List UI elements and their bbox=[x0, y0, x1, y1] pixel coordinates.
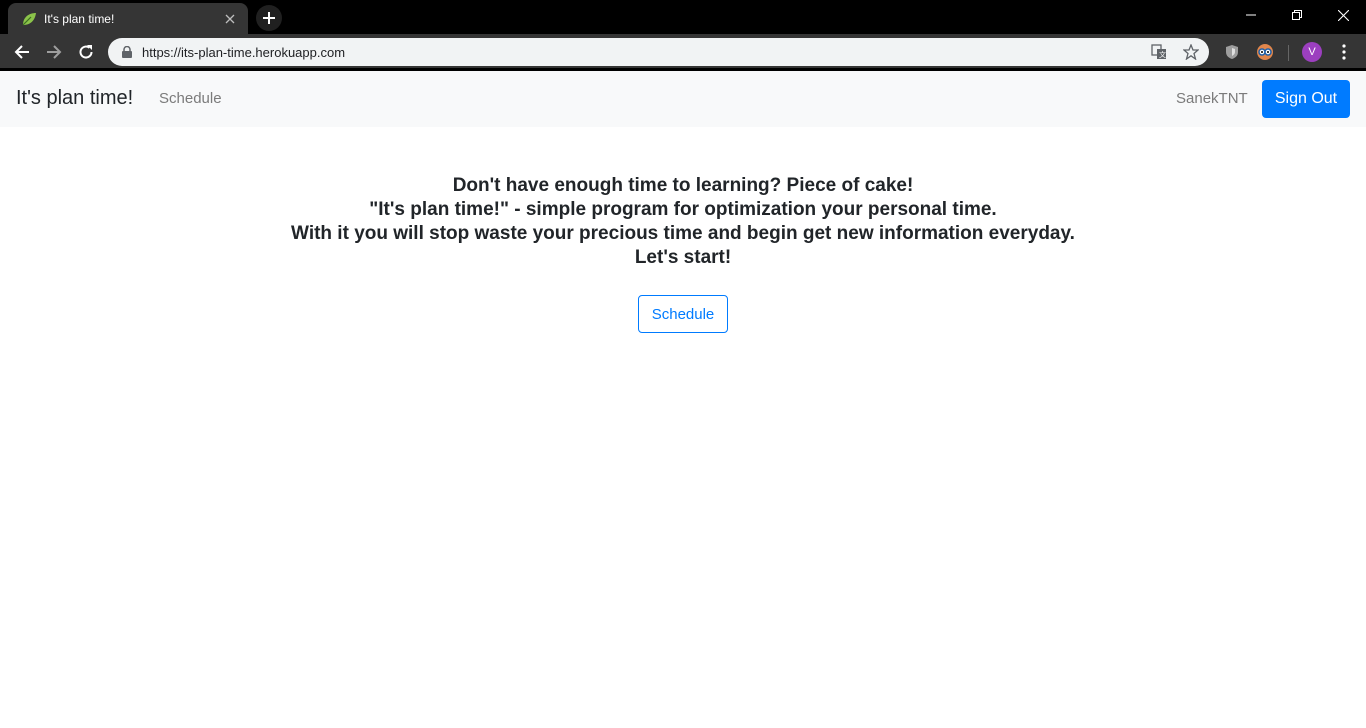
nav-link-schedule[interactable]: Schedule bbox=[159, 90, 222, 107]
new-tab-button[interactable] bbox=[256, 5, 282, 31]
plus-icon bbox=[263, 12, 275, 24]
sign-out-button[interactable]: Sign Out bbox=[1262, 80, 1350, 118]
translate-icon[interactable]: 文 bbox=[1149, 42, 1169, 62]
reload-icon bbox=[79, 45, 93, 59]
minimize-icon bbox=[1246, 14, 1256, 16]
lock-icon bbox=[120, 45, 134, 59]
hero-line-3: With it you will stop waste your preciou… bbox=[291, 223, 1075, 244]
more-vert-icon[interactable] bbox=[1334, 42, 1354, 62]
minimize-button[interactable] bbox=[1228, 0, 1274, 30]
hero-line-4: Let's start! bbox=[634, 247, 732, 268]
restore-button[interactable] bbox=[1274, 0, 1320, 30]
navbar-brand[interactable]: It's plan time! bbox=[16, 87, 133, 110]
arrow-right-icon bbox=[47, 45, 62, 59]
mascot-extension-icon[interactable] bbox=[1255, 42, 1275, 62]
username-label[interactable]: SanekTNT bbox=[1176, 90, 1248, 107]
profile-avatar[interactable]: V bbox=[1302, 42, 1322, 62]
close-icon bbox=[1337, 9, 1349, 21]
svg-text:文: 文 bbox=[1159, 50, 1166, 59]
tab-title: It's plan time! bbox=[44, 11, 115, 26]
arrow-left-icon bbox=[14, 45, 29, 59]
hero-line-2: "It's plan time!" - simple program for o… bbox=[369, 199, 997, 220]
tab-strip: It's plan time! bbox=[0, 0, 1366, 34]
window-close-button[interactable] bbox=[1320, 0, 1366, 30]
schedule-button[interactable]: Schedule bbox=[638, 295, 728, 333]
close-icon[interactable] bbox=[222, 11, 238, 27]
browser-tab[interactable]: It's plan time! bbox=[8, 3, 248, 34]
url-text: https://its-plan-time.herokuapp.com bbox=[142, 44, 346, 60]
forward-button[interactable] bbox=[40, 38, 68, 66]
reload-button[interactable] bbox=[72, 38, 100, 66]
hero-line-1: Don't have enough time to learning? Piec… bbox=[452, 175, 914, 196]
leaf-icon bbox=[20, 10, 38, 28]
shield-extension-icon[interactable] bbox=[1222, 42, 1242, 62]
toolbar-divider bbox=[1288, 45, 1289, 61]
site-navbar: It's plan time! Schedule SanekTNT Sign O… bbox=[0, 71, 1366, 127]
hero-text: Don't have enough time to learning? Piec… bbox=[0, 174, 1366, 270]
restore-icon bbox=[1292, 10, 1302, 20]
address-bar[interactable]: https://its-plan-time.herokuapp.com 文 bbox=[108, 38, 1209, 66]
browser-toolbar: https://its-plan-time.herokuapp.com 文 V bbox=[0, 34, 1366, 71]
back-button[interactable] bbox=[8, 38, 36, 66]
star-icon[interactable] bbox=[1181, 42, 1201, 62]
